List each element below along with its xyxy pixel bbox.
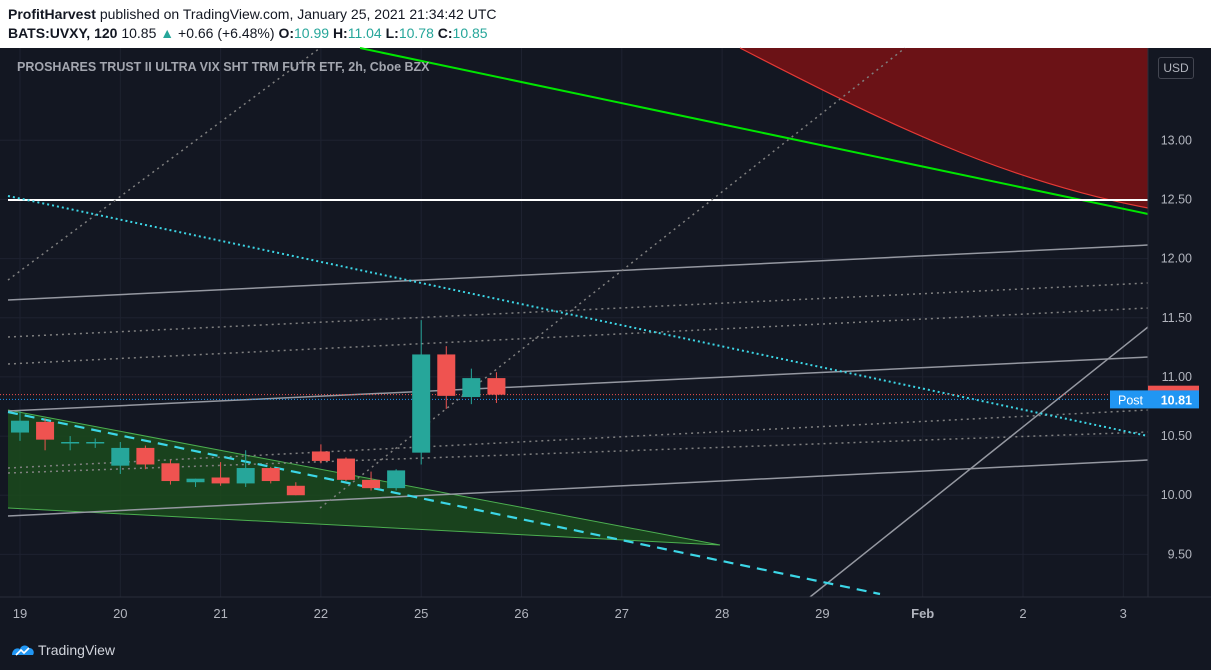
candle-up [86, 442, 105, 444]
candle-up [61, 442, 80, 444]
time-tick-label: 22 [314, 606, 328, 621]
candle-up [186, 478, 205, 483]
candle-down [362, 479, 381, 489]
candle-up [462, 378, 481, 398]
post-label: Post [1118, 393, 1144, 407]
price-tick-label: 13.00 [1161, 133, 1192, 147]
price-tick-label: 9.50 [1168, 547, 1192, 561]
candle-up [412, 354, 431, 453]
candle-down [211, 477, 230, 484]
footer: TradingView [0, 626, 1211, 670]
time-tick-label: 21 [213, 606, 227, 621]
time-tick-label: 20 [113, 606, 127, 621]
time-tick-label: 19 [13, 606, 27, 621]
candle-down [261, 468, 280, 482]
tradingview-logo-icon[interactable] [10, 642, 36, 660]
candle-up [236, 468, 255, 484]
candle-up [111, 447, 130, 466]
candle-up [387, 470, 406, 489]
time-tick-label: Feb [911, 606, 934, 621]
price-chart[interactable]: 9.50 10.00 10.50 11.00 11.50 12.00 12.50 13.00 1… [0, 0, 1211, 626]
candle-down [136, 447, 155, 465]
price-tick-label: 11.00 [1162, 370, 1192, 384]
candle-down [36, 421, 55, 440]
time-tick-label: 25 [414, 606, 428, 621]
time-tick-label: 28 [715, 606, 729, 621]
price-tick-label: 10.00 [1161, 488, 1192, 502]
candle-up [11, 420, 29, 433]
price-tick-label: 12.00 [1161, 252, 1192, 266]
candle-down [311, 451, 330, 461]
price-tick-label: 11.50 [1162, 311, 1192, 325]
candle-down [161, 463, 180, 482]
price-tick-label: 10.50 [1161, 429, 1192, 443]
candle-down [437, 354, 456, 396]
chart-title: PROSHARES TRUST II ULTRA VIX SHT TRM FUT… [17, 60, 430, 74]
post-price-label: 10.81 [1161, 393, 1192, 407]
candle-down [336, 458, 355, 480]
tradingview-brand[interactable]: TradingView [38, 642, 115, 658]
time-tick-label: 2 [1019, 606, 1026, 621]
time-tick-label: 29 [815, 606, 829, 621]
candle-down [286, 485, 305, 496]
time-tick-label: 3 [1120, 606, 1127, 621]
time-tick-label: 27 [615, 606, 629, 621]
price-tick-label: 12.50 [1161, 192, 1192, 206]
candle-down [487, 378, 506, 395]
time-tick-label: 26 [514, 606, 528, 621]
currency-button[interactable]: USD [1158, 57, 1194, 79]
